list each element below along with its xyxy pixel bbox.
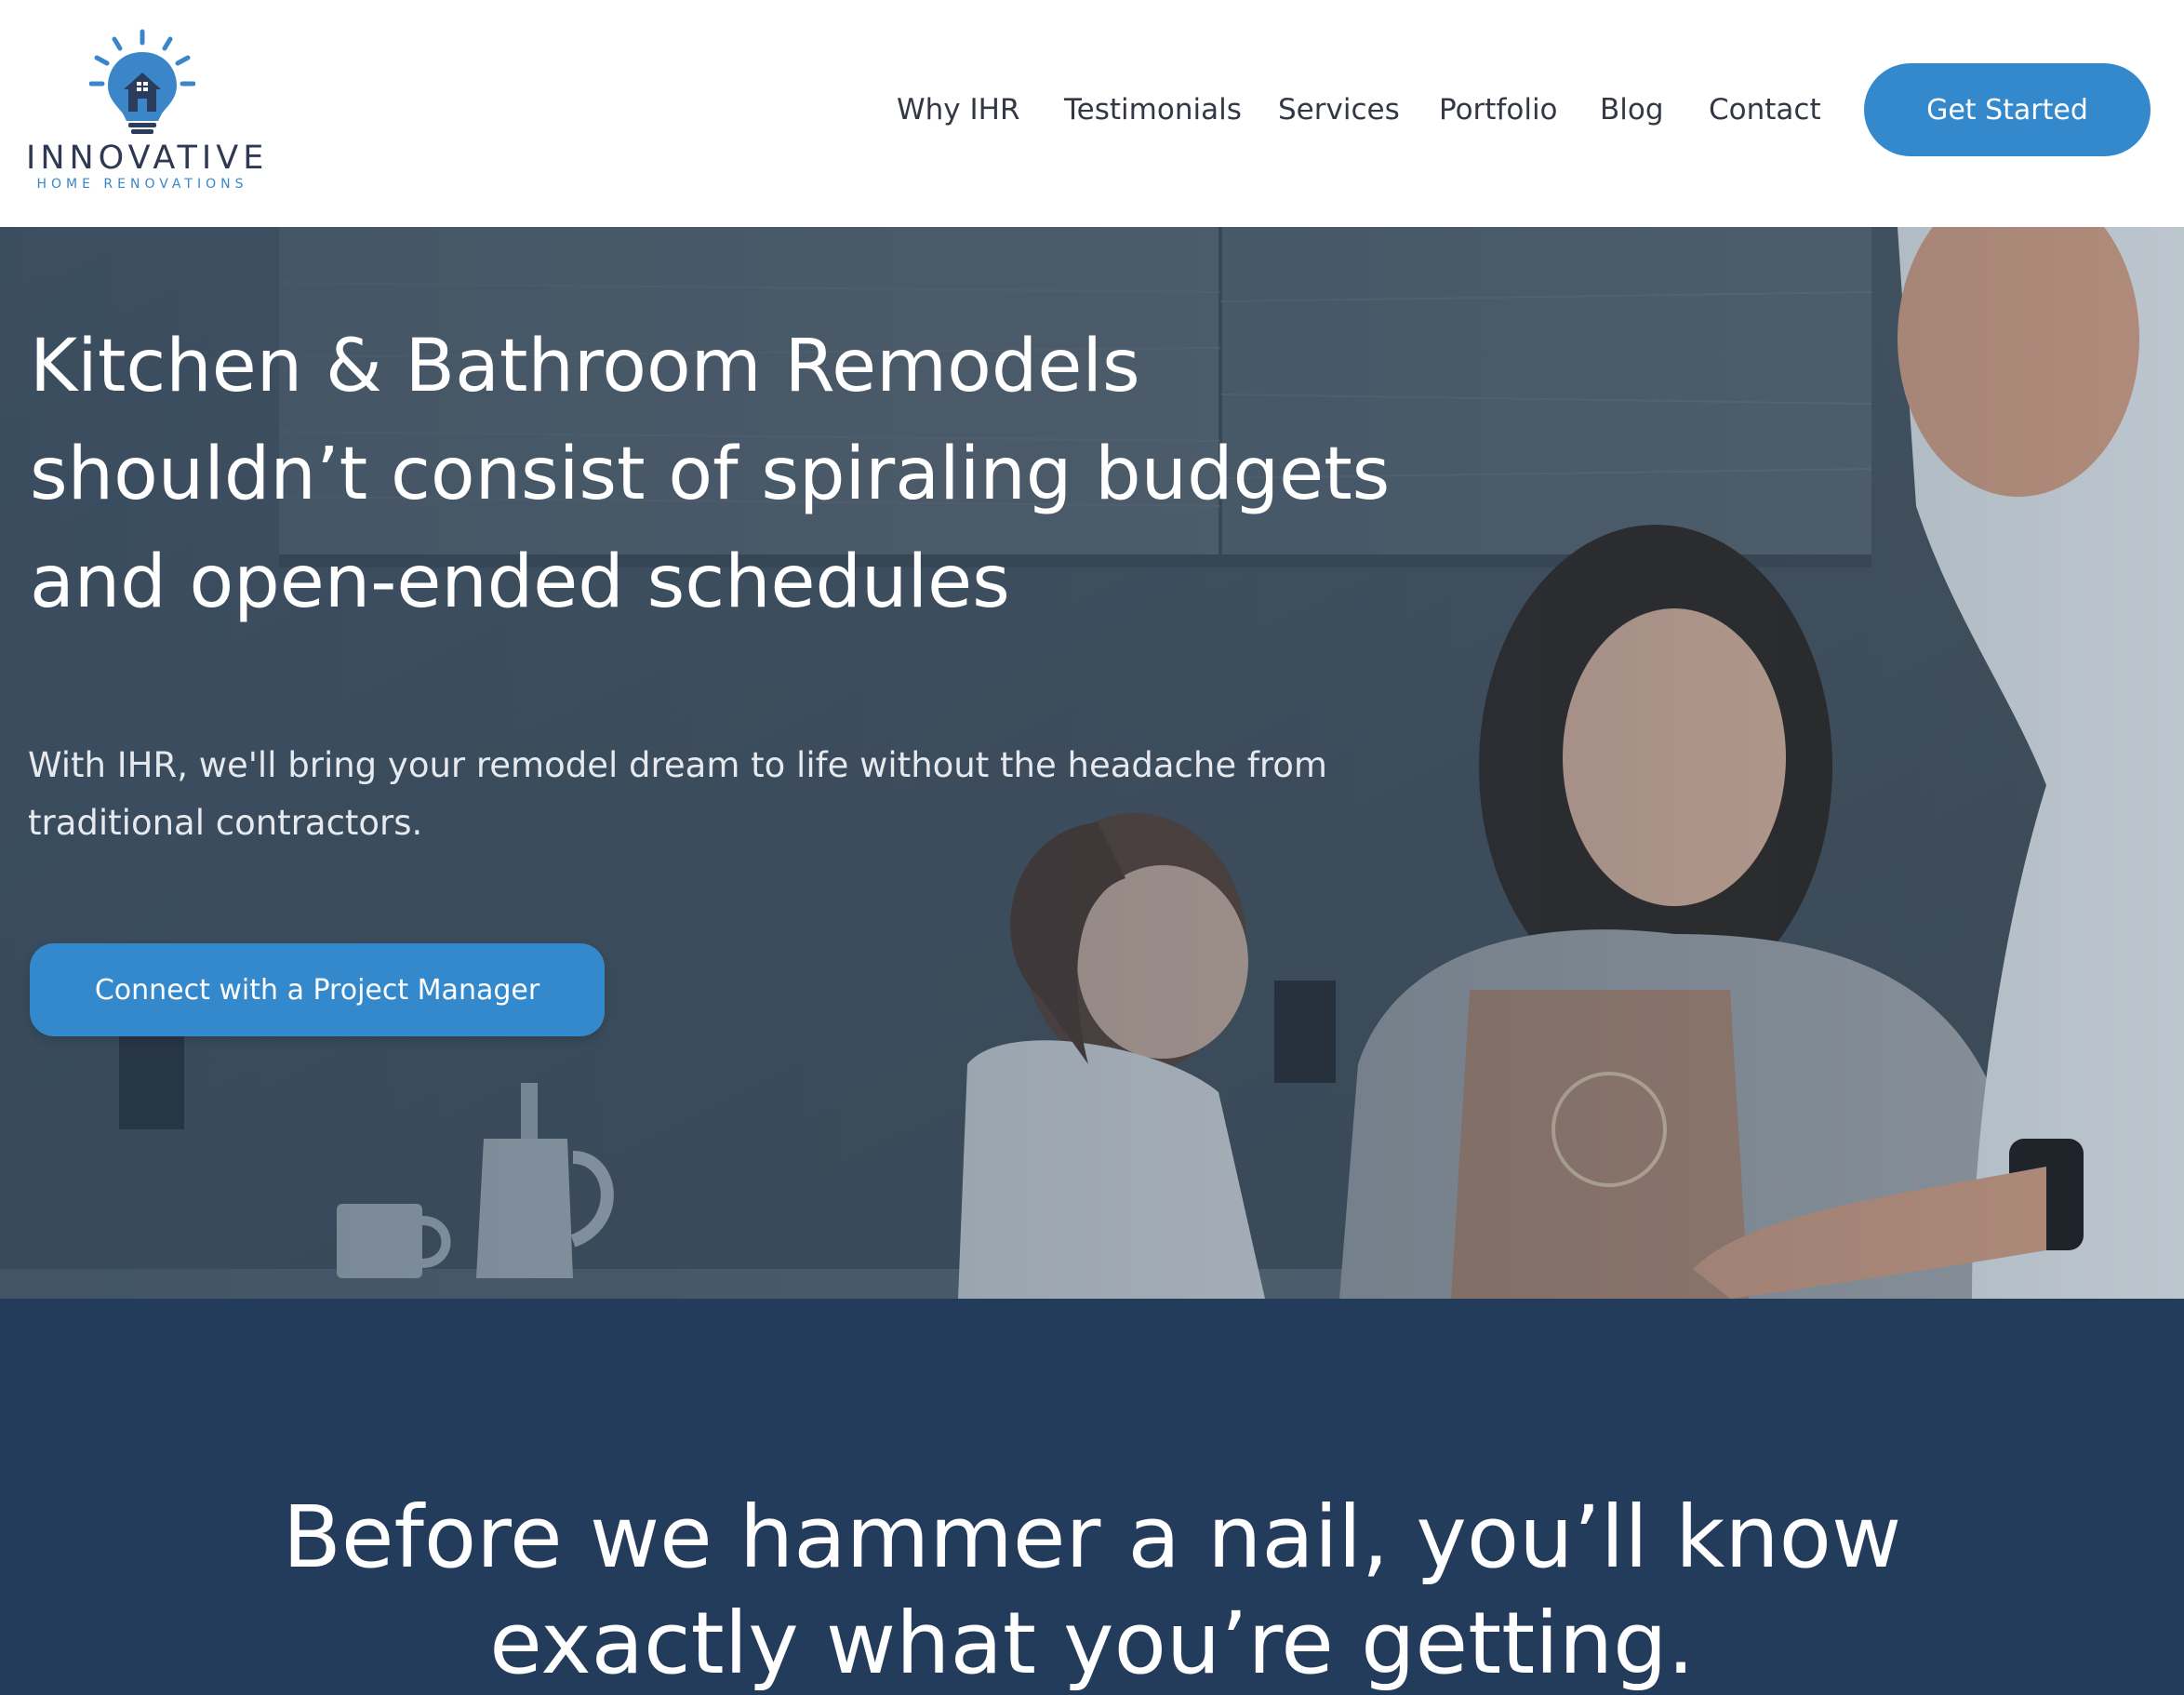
nav-blog[interactable]: Blog — [1600, 93, 1664, 127]
value-heading-line: Before we hammer a nail, you’ll know — [282, 1488, 1902, 1587]
site-header: INNOVATIVE HOME RENOVATIONS Why IHR Test… — [0, 0, 2184, 227]
nav-why-ihr[interactable]: Why IHR — [897, 93, 1020, 127]
nav-portfolio[interactable]: Portfolio — [1439, 93, 1558, 127]
value-heading-line: exactly what you’re getting. — [489, 1594, 1695, 1693]
hero-title-line: Kitchen & Bathroom Remodels — [30, 325, 1140, 408]
hero-title-line: shouldn’t consist of spiraling budgets — [30, 433, 1391, 516]
nav-contact[interactable]: Contact — [1709, 93, 1821, 127]
logo-wordmark: INNOVATIVE — [26, 140, 269, 177]
hero-title: Kitchen & Bathroom Remodels shouldn’t co… — [30, 313, 1425, 636]
hero-subtitle: With IHR, we'll bring your remodel dream… — [28, 745, 1327, 843]
site-logo[interactable]: INNOVATIVE HOME RENOVATIONS — [26, 28, 269, 192]
connect-project-manager-button[interactable]: Connect with a Project Manager — [30, 943, 605, 1036]
hero-section: Kitchen & Bathroom Remodels shouldn’t co… — [0, 227, 2184, 1299]
get-started-button[interactable]: Get Started — [1864, 63, 2151, 156]
value-heading: Before we hammer a nail, you’ll know exa… — [0, 1485, 2184, 1695]
nav-services[interactable]: Services — [1278, 93, 1400, 127]
logo-tagline: HOME RENOVATIONS — [36, 177, 248, 192]
nav-testimonials[interactable]: Testimonials — [1064, 93, 1242, 127]
value-section: Before we hammer a nail, you’ll know exa… — [0, 1299, 2184, 1695]
hero-title-line: and open-ended schedules — [30, 541, 1010, 624]
lightbulb-house-icon — [89, 29, 195, 134]
